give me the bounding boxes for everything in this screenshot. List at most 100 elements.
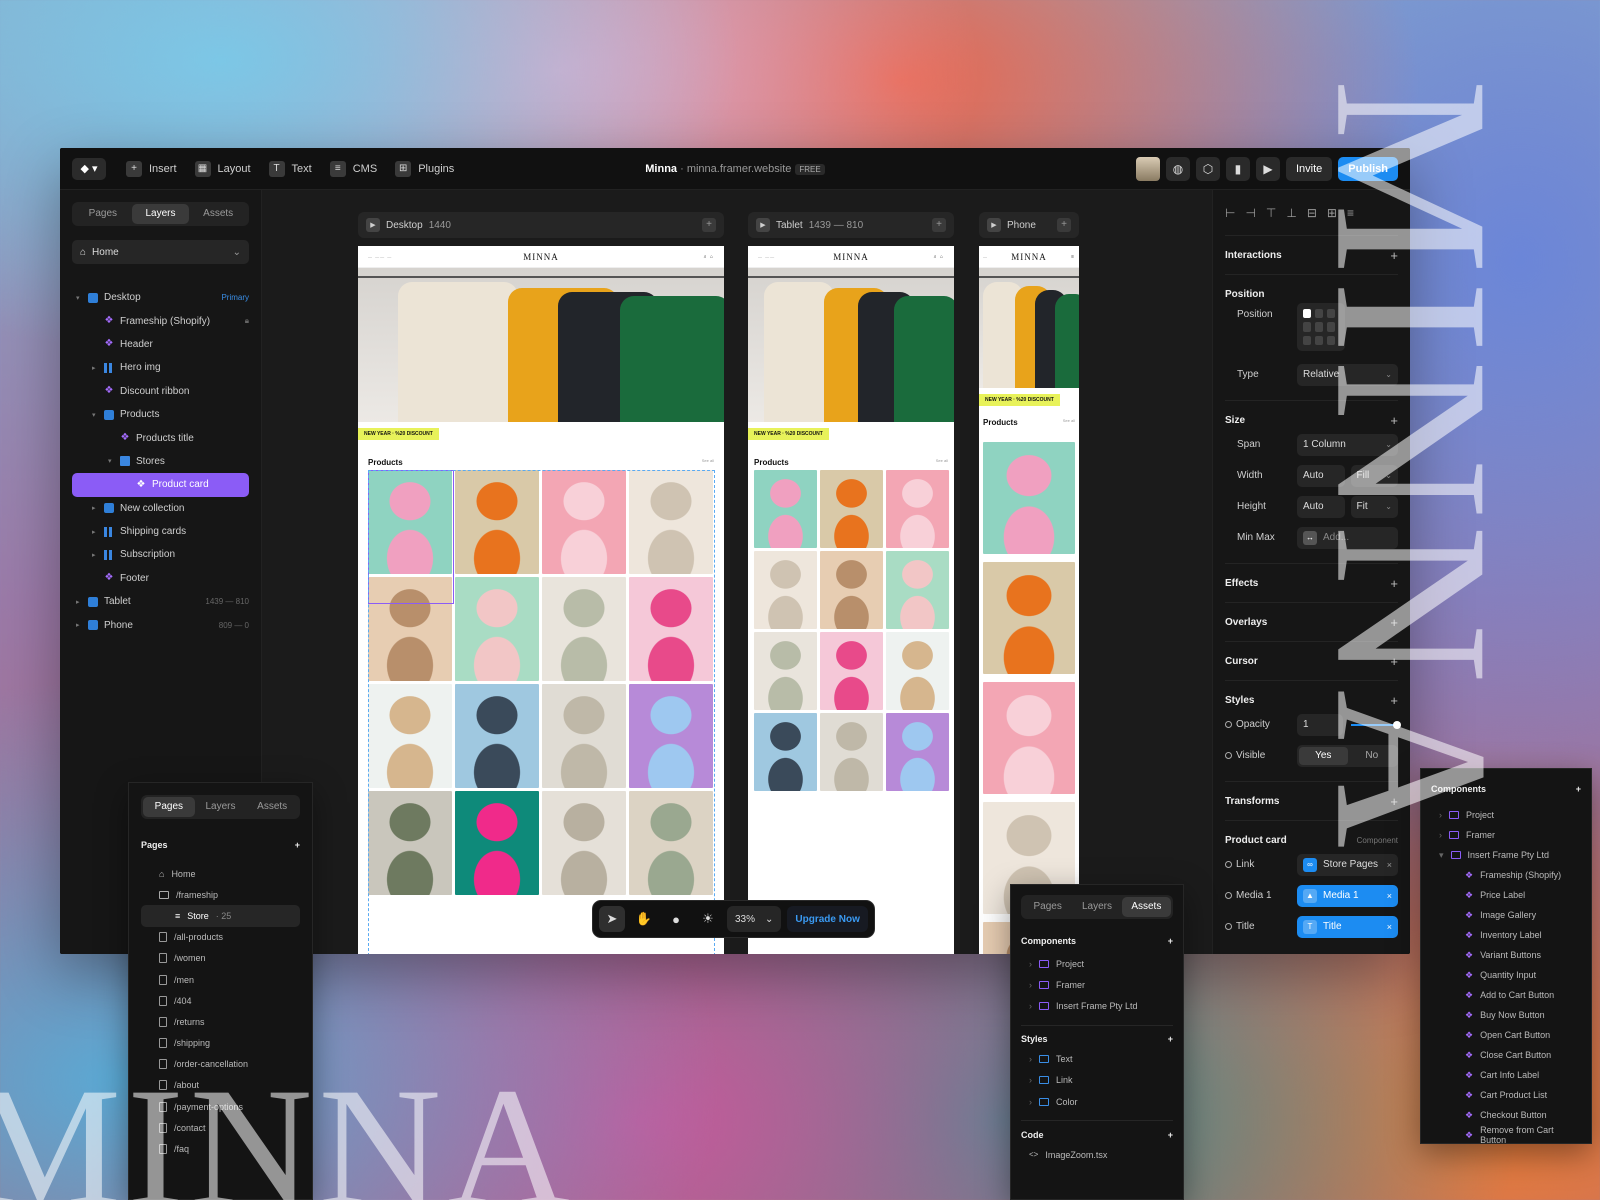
layer-subscription[interactable]: ▸ Subscription bbox=[72, 543, 249, 566]
component-item[interactable]: ❖ Image Gallery bbox=[1431, 905, 1581, 925]
media-field[interactable]: ▲ Media 1 × bbox=[1297, 884, 1398, 907]
page-item[interactable]: /404 bbox=[141, 990, 300, 1011]
visible-toggle[interactable]: Yes No bbox=[1297, 744, 1398, 767]
add-interaction-button[interactable]: + bbox=[1390, 248, 1398, 263]
page-select[interactable]: ⌂ Home ⌄ bbox=[72, 240, 249, 264]
align-middle-icon[interactable]: ⊟ bbox=[1307, 206, 1317, 220]
product-card[interactable] bbox=[820, 551, 883, 629]
height-input[interactable]: Auto bbox=[1297, 495, 1345, 518]
min-max-input[interactable]: ↔ Add... bbox=[1297, 526, 1398, 549]
opacity-input[interactable]: 1 bbox=[1297, 713, 1343, 736]
width-input[interactable]: Auto bbox=[1297, 464, 1345, 487]
invite-button[interactable]: Invite bbox=[1285, 156, 1333, 181]
layer-new-collection[interactable]: ▸ New collection bbox=[72, 497, 249, 520]
align-bottom-icon[interactable]: ⊞ bbox=[1327, 206, 1337, 220]
span-select[interactable]: 1 Column ⌄ bbox=[1297, 433, 1398, 456]
component-item[interactable]: ❖ Remove from Cart Button bbox=[1431, 1125, 1581, 1145]
plus-icon[interactable]: + bbox=[1057, 218, 1071, 232]
product-card[interactable] bbox=[886, 713, 949, 791]
align-top-icon[interactable]: ⊥ bbox=[1286, 206, 1296, 220]
upgrade-button[interactable]: Upgrade Now bbox=[787, 906, 868, 932]
settings-icon[interactable]: ⬡ bbox=[1195, 156, 1220, 181]
desktop-frame-bar[interactable]: ▶ Desktop 1440 + bbox=[358, 212, 724, 238]
component-item[interactable]: ❖ Cart Product List bbox=[1431, 1085, 1581, 1105]
layer-footer[interactable]: ❖ Footer bbox=[72, 567, 249, 590]
component-item[interactable]: ❖ Checkout Button bbox=[1431, 1105, 1581, 1125]
opacity-slider[interactable] bbox=[1351, 720, 1401, 729]
component-folder[interactable]: ▾ Insert Frame Pty Ltd bbox=[1431, 845, 1581, 865]
position-type-select[interactable]: Relative ⌄ bbox=[1297, 363, 1398, 386]
add-page-button[interactable]: + bbox=[295, 840, 300, 850]
plus-icon[interactable]: + bbox=[702, 218, 716, 232]
product-card[interactable] bbox=[983, 442, 1075, 554]
component-folder[interactable]: › Project bbox=[1431, 805, 1581, 825]
page-item[interactable]: /returns bbox=[141, 1011, 300, 1032]
code-file[interactable]: <> ImageZoom.tsx bbox=[1021, 1144, 1173, 1165]
framer-logo-menu[interactable]: ◆ ▾ bbox=[72, 157, 106, 180]
component-item[interactable]: ❖ Add to Cart Button bbox=[1431, 985, 1581, 1005]
layer-phone[interactable]: ▸ Phone 809 — 0 bbox=[72, 613, 249, 636]
product-card[interactable] bbox=[754, 632, 817, 710]
tab-pages[interactable]: Pages bbox=[74, 204, 132, 224]
page-item[interactable]: /shipping bbox=[141, 1033, 300, 1054]
layer-product-card[interactable]: ❖ Product card bbox=[72, 473, 249, 497]
variable-dot-icon[interactable] bbox=[1225, 752, 1232, 759]
globe-icon[interactable]: ◍ bbox=[1165, 156, 1190, 181]
product-card[interactable] bbox=[983, 562, 1075, 674]
tablet-frame-bar[interactable]: ▶ Tablet 1439 — 810 + bbox=[748, 212, 954, 238]
tab-layers[interactable]: Layers bbox=[131, 204, 190, 224]
component-item[interactable]: ❖ Variant Buttons bbox=[1431, 945, 1581, 965]
desktop-frame[interactable]: — —— — MINNA ⌕ ⌂ NEW YEAR · %20 DISCOUNT P… bbox=[358, 246, 724, 954]
component-item[interactable]: ❖ Cart Info Label bbox=[1431, 1065, 1581, 1085]
layer-stores[interactable]: ▾ Stores bbox=[72, 450, 249, 473]
component-item[interactable]: ❖ Open Cart Button bbox=[1431, 1025, 1581, 1045]
component-item[interactable]: ❖ Frameship (Shopify) bbox=[1431, 865, 1581, 885]
plugins-button[interactable]: ⊞ Plugins bbox=[395, 160, 454, 177]
comment-tool-icon[interactable]: ● bbox=[663, 906, 689, 932]
hand-tool-icon[interactable]: ✋ bbox=[631, 906, 657, 932]
component-item[interactable]: ❖ Inventory Label bbox=[1431, 925, 1581, 945]
product-card[interactable] bbox=[754, 713, 817, 791]
page-item[interactable]: /contact bbox=[141, 1117, 300, 1138]
product-card[interactable] bbox=[820, 632, 883, 710]
close-icon[interactable]: × bbox=[1387, 891, 1392, 901]
plus-icon[interactable]: + bbox=[932, 218, 946, 232]
theme-toggle-icon[interactable]: ☀ bbox=[695, 906, 721, 932]
title-field[interactable]: T Title × bbox=[1297, 915, 1398, 938]
product-card[interactable] bbox=[820, 470, 883, 548]
text-button[interactable]: T Text bbox=[268, 160, 312, 177]
position-picker[interactable] bbox=[1297, 303, 1345, 351]
component-item[interactable]: ❖ Close Cart Button bbox=[1431, 1045, 1581, 1065]
page-item[interactable]: /order-cancellation bbox=[141, 1054, 300, 1075]
component-item[interactable]: ❖ Buy Now Button bbox=[1431, 1005, 1581, 1025]
phone-frame-bar[interactable]: ▶ Phone + bbox=[979, 212, 1079, 238]
play-icon[interactable]: ▶ bbox=[1255, 156, 1280, 181]
layer-hero-img[interactable]: ▸ Hero img bbox=[72, 356, 249, 379]
product-card[interactable] bbox=[886, 551, 949, 629]
width-mode-select[interactable]: Fill ⌄ bbox=[1350, 464, 1398, 487]
asset-folder[interactable]: › Insert Frame Pty Ltd bbox=[1021, 995, 1173, 1016]
page-item[interactable]: /faq bbox=[141, 1138, 300, 1159]
close-icon[interactable]: × bbox=[1387, 860, 1392, 870]
layer-tablet[interactable]: ▸ Tablet 1439 — 810 bbox=[72, 590, 249, 613]
page-item[interactable]: /payment-options bbox=[141, 1096, 300, 1117]
product-card[interactable] bbox=[983, 682, 1075, 794]
component-item[interactable]: ❖ Quantity Input bbox=[1431, 965, 1581, 985]
product-card[interactable] bbox=[886, 632, 949, 710]
asset-folder[interactable]: › Color bbox=[1021, 1091, 1173, 1112]
insert-button[interactable]: + Insert bbox=[126, 160, 177, 177]
asset-folder[interactable]: › Text bbox=[1021, 1049, 1173, 1070]
asset-folder[interactable]: › Project bbox=[1021, 953, 1173, 974]
product-card[interactable] bbox=[754, 551, 817, 629]
layout-button[interactable]: ▦ Layout bbox=[194, 160, 251, 177]
page-item[interactable]: /frameship bbox=[141, 884, 300, 905]
layer-desktop[interactable]: ▾ Desktop Primary bbox=[72, 286, 249, 309]
page-item[interactable]: /men bbox=[141, 969, 300, 990]
page-item[interactable]: /about bbox=[141, 1075, 300, 1096]
page-item[interactable]: /women bbox=[141, 948, 300, 969]
component-folder[interactable]: › Framer bbox=[1431, 825, 1581, 845]
tab-assets[interactable]: Assets bbox=[189, 204, 247, 224]
link-field[interactable]: ∞ Store Pages × bbox=[1297, 853, 1398, 876]
tablet-frame[interactable]: — —— MINNA ⌕ ⌂ NEW YEAR · %20 DISCOUNT Pro… bbox=[748, 246, 954, 954]
layer-frameship[interactable]: ❖ Frameship (Shopify) 🔒︎ bbox=[72, 309, 249, 332]
